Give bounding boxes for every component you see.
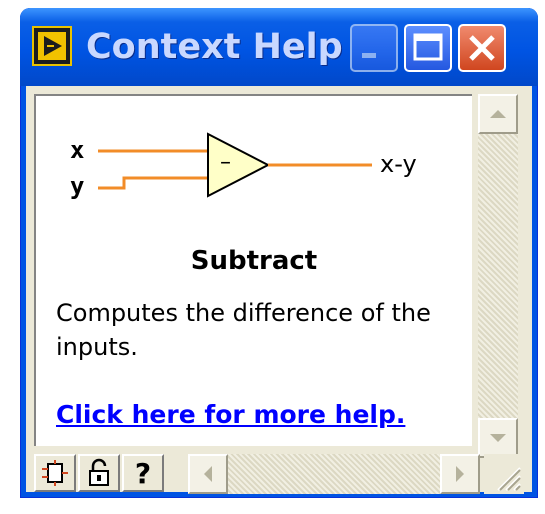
arrow-down-icon	[490, 434, 506, 442]
lock-button[interactable]	[78, 454, 120, 492]
scroll-left-button[interactable]	[188, 454, 228, 494]
show-terminals-button[interactable]	[34, 454, 76, 492]
question-mark-icon: ?	[134, 456, 152, 490]
more-help-link[interactable]: Click here for more help.	[56, 400, 405, 429]
minimize-icon	[362, 53, 376, 58]
maximize-button[interactable]	[404, 24, 452, 72]
arrow-right-icon	[456, 466, 464, 482]
help-button[interactable]: ?	[122, 454, 164, 492]
close-button[interactable]	[458, 24, 506, 72]
help-toolbar: ?	[34, 454, 166, 494]
title-bar[interactable]: Context Help	[20, 8, 538, 86]
resize-grip-icon	[497, 467, 521, 491]
input-y-label: y	[70, 172, 85, 200]
minimize-button[interactable]	[350, 24, 398, 72]
vertical-scrollbar[interactable]	[478, 94, 518, 458]
subtract-node-icon	[207, 132, 271, 198]
lock-icon	[89, 458, 109, 486]
scroll-down-button[interactable]	[478, 418, 518, 458]
input-x-label: x	[70, 136, 85, 164]
window-title: Context Help	[86, 27, 343, 67]
arrow-left-icon	[204, 466, 212, 482]
function-name: Subtract	[190, 246, 318, 276]
scroll-right-button[interactable]	[440, 454, 480, 494]
resize-grip[interactable]	[484, 454, 524, 494]
close-icon	[469, 35, 495, 61]
window-client-area: x y – x-y Subtract Computes the differen…	[26, 86, 532, 494]
labview-function-icon	[32, 26, 72, 66]
scroll-up-button[interactable]	[478, 94, 518, 134]
operator-symbol: –	[220, 150, 231, 175]
arrow-up-icon	[490, 110, 506, 118]
output-label: x-y	[380, 150, 417, 178]
context-help-window: Context Help x y – x-y Subtract Computes…	[20, 8, 538, 498]
function-description: Computes the difference of the inputs.	[56, 299, 431, 361]
help-content-pane: x y – x-y Subtract Computes the differen…	[34, 94, 472, 446]
horizontal-scrollbar[interactable]	[188, 454, 480, 494]
show-terminals-icon	[42, 460, 68, 486]
maximize-icon	[413, 33, 443, 61]
